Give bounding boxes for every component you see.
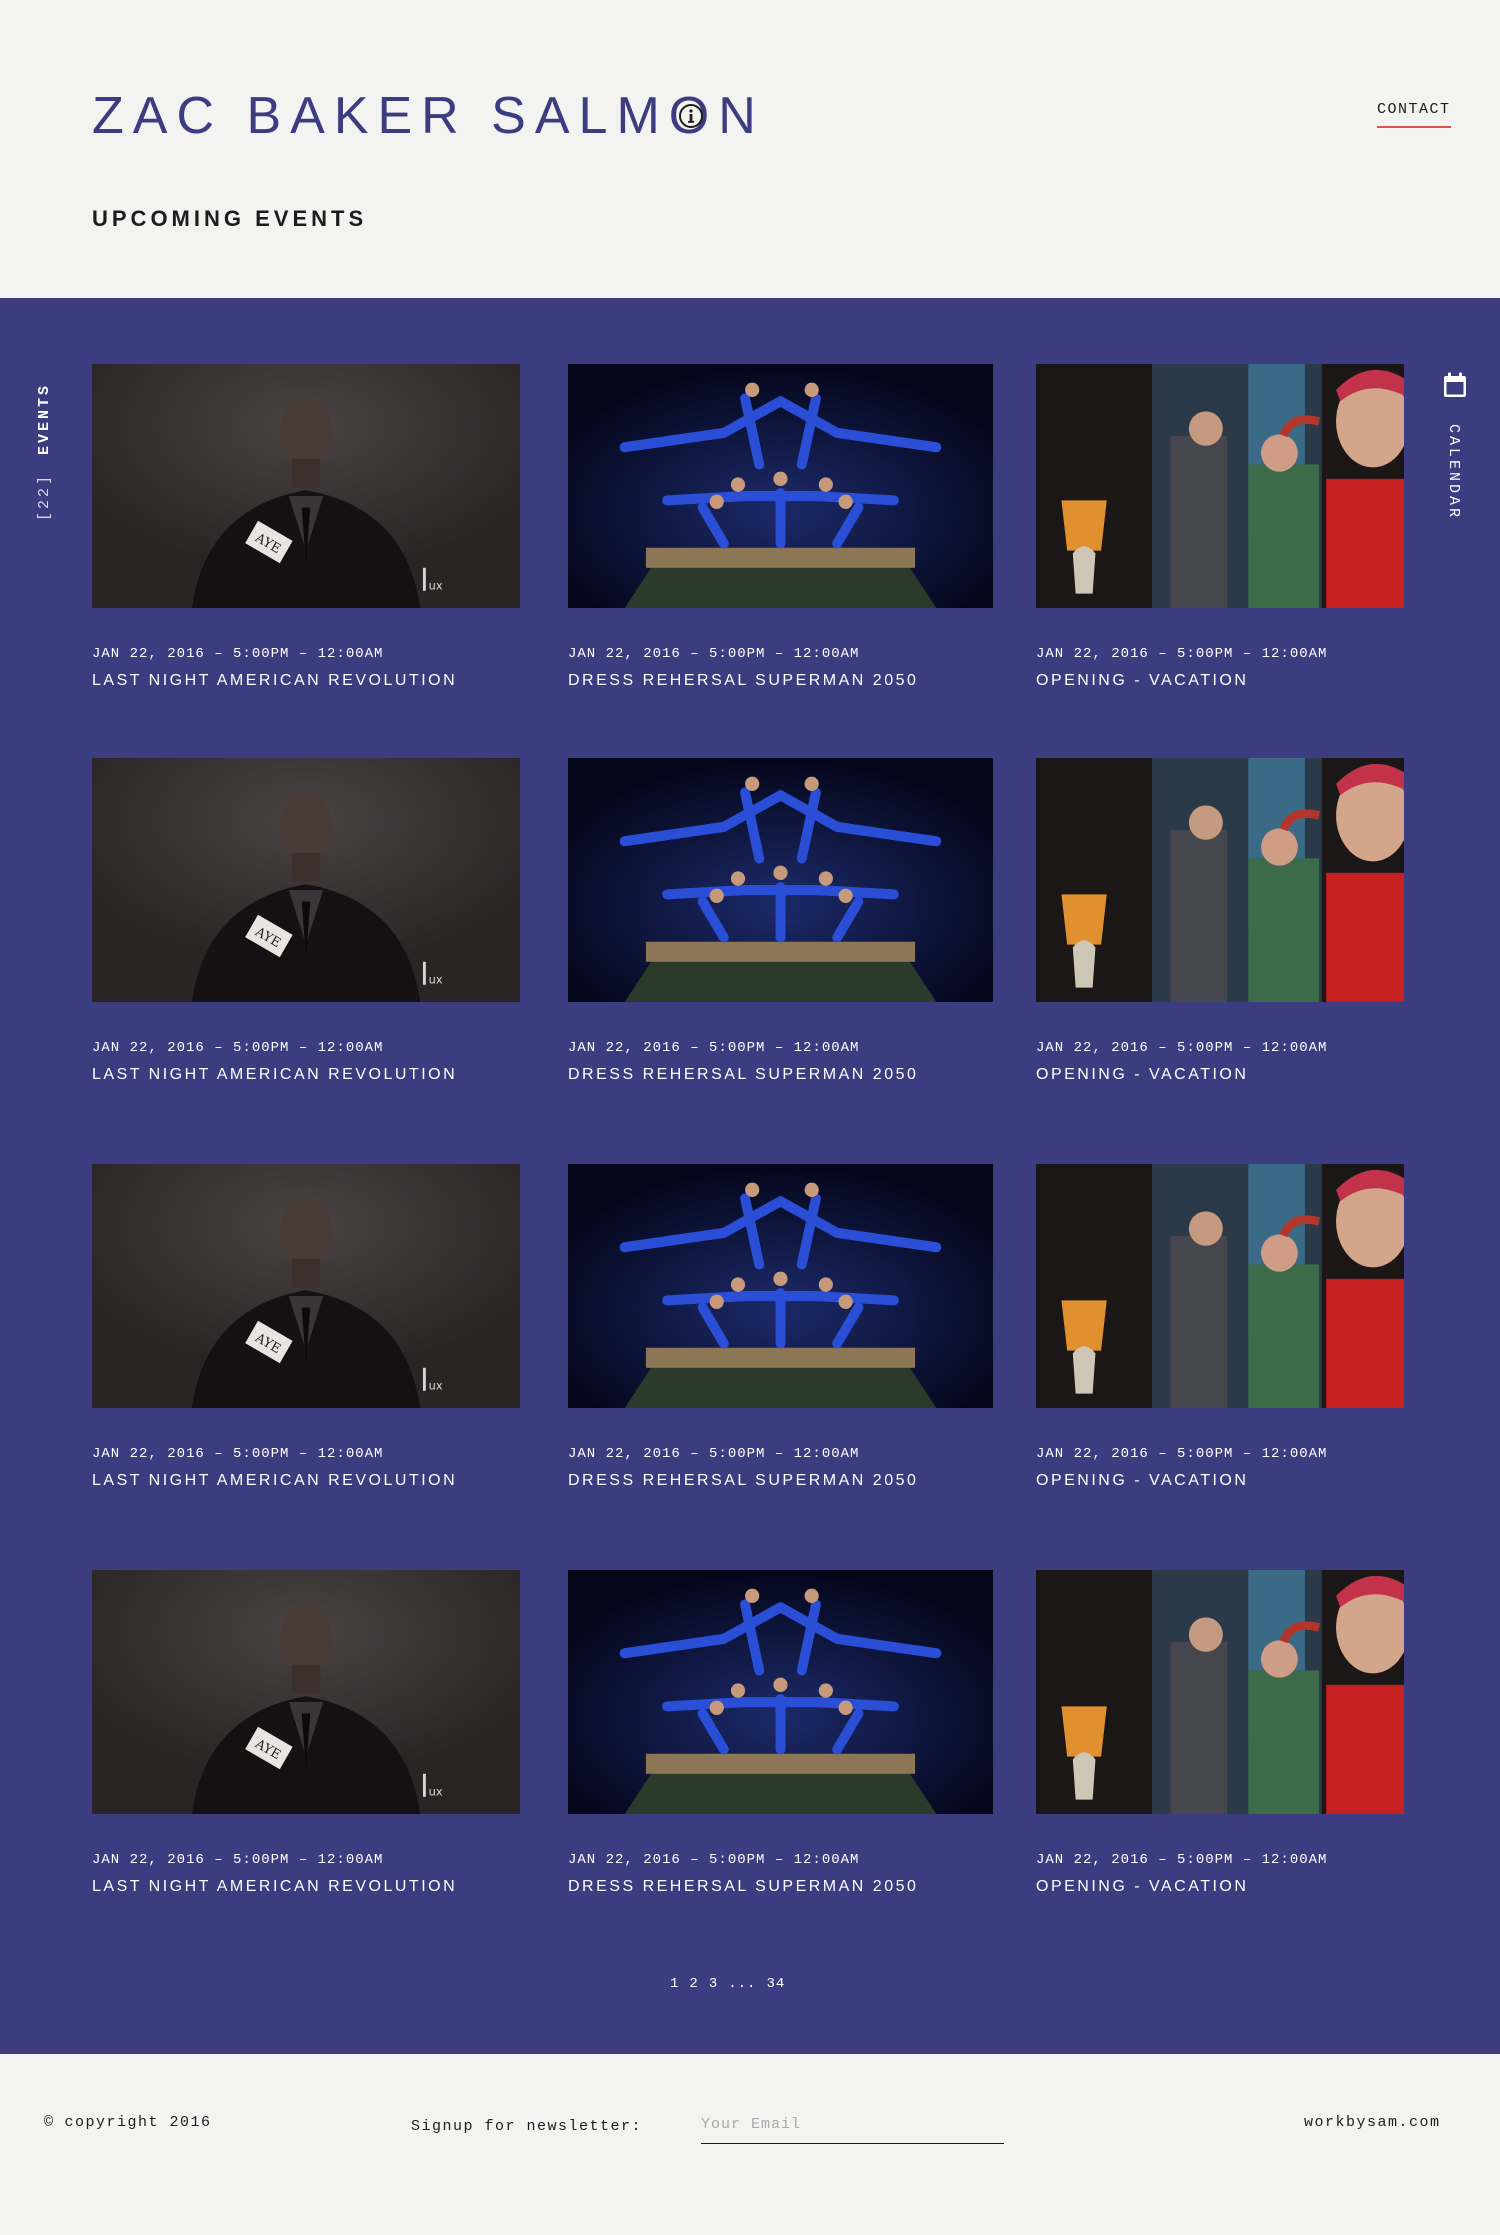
- page-link-34[interactable]: 34: [766, 1976, 785, 1992]
- event-date: JAN 22, 2016 – 5:00PM – 12:00AM: [568, 1852, 860, 1868]
- event-title[interactable]: DRESS REHERSAL SUPERMAN 2050: [568, 1878, 918, 1896]
- event-card[interactable]: JAN 22, 2016 – 5:00PM – 12:00AM OPENING -…: [1036, 364, 1404, 694]
- event-card[interactable]: JAN 22, 2016 – 5:00PM – 12:00AM OPENING -…: [1036, 758, 1404, 1088]
- copyright: © copyright 2016: [44, 2114, 212, 2131]
- event-date: JAN 22, 2016 – 5:00PM – 12:00AM: [92, 1040, 384, 1056]
- event-title[interactable]: DRESS REHERSAL SUPERMAN 2050: [568, 1472, 918, 1490]
- event-date: JAN 22, 2016 – 5:00PM – 12:00AM: [1036, 1852, 1328, 1868]
- pagination-ellipsis: ...: [728, 1976, 757, 1992]
- event-image[interactable]: [1036, 1570, 1404, 1814]
- event-date: JAN 22, 2016 – 5:00PM – 12:00AM: [92, 1446, 384, 1462]
- event-image[interactable]: [568, 1570, 993, 1814]
- site-title[interactable]: ZAC BAKER SALMON: [92, 86, 765, 146]
- site-credit-link[interactable]: workbysam.com: [1304, 2114, 1441, 2131]
- event-title[interactable]: LAST NIGHT AMERICAN REVOLUTION: [92, 1066, 457, 1084]
- svg-text:ux: ux: [429, 972, 443, 986]
- calendar-link[interactable]: CALENDAR: [1440, 372, 1470, 542]
- event-image[interactable]: AYE ux: [92, 364, 520, 608]
- event-card[interactable]: JAN 22, 2016 – 5:00PM – 12:00AM DRESS REH…: [568, 1570, 993, 1900]
- event-card[interactable]: JAN 22, 2016 – 5:00PM – 12:00AM DRESS REH…: [568, 364, 993, 694]
- page-link-2[interactable]: 2: [689, 1976, 698, 1992]
- event-card[interactable]: JAN 22, 2016 – 5:00PM – 12:00AM OPENING -…: [1036, 1570, 1404, 1900]
- event-image[interactable]: [568, 364, 993, 608]
- calendar-icon[interactable]: [1443, 372, 1467, 398]
- event-card[interactable]: JAN 22, 2016 – 5:00PM – 12:00AM DRESS REH…: [568, 758, 993, 1088]
- events-count-label: [22] EVENTS: [36, 371, 56, 521]
- event-title[interactable]: OPENING - VACATION: [1036, 1878, 1248, 1896]
- event-date: JAN 22, 2016 – 5:00PM – 12:00AM: [568, 646, 860, 662]
- event-card[interactable]: JAN 22, 2016 – 5:00PM – 12:00AM DRESS REH…: [568, 1164, 993, 1494]
- newsletter-label: Signup for newsletter:: [411, 2118, 643, 2135]
- event-image[interactable]: AYE ux: [92, 1164, 520, 1408]
- svg-text:ux: ux: [429, 1378, 443, 1392]
- site-header: ZAC BAKER SALMON CONTACT UPCOMING EVENTS: [0, 0, 1500, 298]
- copyright-text: copyright 2016: [64, 2114, 212, 2131]
- event-card[interactable]: AYE ux JAN 22, 2016 – 5:00PM – 12:00AM LAST…: [92, 758, 520, 1088]
- event-date: JAN 22, 2016 – 5:00PM – 12:00AM: [92, 646, 384, 662]
- event-date: JAN 22, 2016 – 5:00PM – 12:00AM: [1036, 1040, 1328, 1056]
- event-title[interactable]: OPENING - VACATION: [1036, 672, 1248, 690]
- event-date: JAN 22, 2016 – 5:00PM – 12:00AM: [92, 1852, 384, 1868]
- event-card[interactable]: AYE ux JAN 22, 2016 – 5:00PM – 12:00AM LAST…: [92, 1164, 520, 1494]
- info-icon[interactable]: [678, 103, 704, 129]
- event-title[interactable]: OPENING - VACATION: [1036, 1472, 1248, 1490]
- event-title[interactable]: LAST NIGHT AMERICAN REVOLUTION: [92, 1472, 457, 1490]
- event-title[interactable]: DRESS REHERSAL SUPERMAN 2050: [568, 672, 918, 690]
- event-title[interactable]: LAST NIGHT AMERICAN REVOLUTION: [92, 1878, 457, 1896]
- event-title[interactable]: OPENING - VACATION: [1036, 1066, 1248, 1084]
- page-title: UPCOMING EVENTS: [92, 206, 368, 231]
- site-footer: © copyright 2016 Signup for newsletter: w…: [0, 2054, 1500, 2235]
- event-date: JAN 22, 2016 – 5:00PM – 12:00AM: [568, 1040, 860, 1056]
- event-image[interactable]: [568, 1164, 993, 1408]
- event-image[interactable]: [1036, 1164, 1404, 1408]
- newsletter-email-input[interactable]: [701, 2106, 1004, 2144]
- event-title[interactable]: DRESS REHERSAL SUPERMAN 2050: [568, 1066, 918, 1084]
- pagination: 1 2 3... 34: [670, 1976, 795, 1992]
- calendar-label[interactable]: CALENDAR: [1445, 424, 1462, 520]
- event-image[interactable]: [568, 758, 993, 1002]
- event-image[interactable]: AYE ux: [92, 758, 520, 1002]
- contact-link[interactable]: CONTACT: [1377, 101, 1451, 128]
- copyright-icon: ©: [44, 2114, 55, 2131]
- event-image[interactable]: [1036, 758, 1404, 1002]
- svg-text:ux: ux: [429, 578, 443, 592]
- event-image[interactable]: [1036, 364, 1404, 608]
- event-date: JAN 22, 2016 – 5:00PM – 12:00AM: [1036, 1446, 1328, 1462]
- event-date: JAN 22, 2016 – 5:00PM – 12:00AM: [568, 1446, 860, 1462]
- page-link-3[interactable]: 3: [709, 1976, 718, 1992]
- event-card[interactable]: JAN 22, 2016 – 5:00PM – 12:00AM OPENING -…: [1036, 1164, 1404, 1494]
- page-link-1[interactable]: 1: [670, 1976, 679, 1992]
- svg-text:ux: ux: [429, 1784, 443, 1798]
- event-date: JAN 22, 2016 – 5:00PM – 12:00AM: [1036, 646, 1328, 662]
- events-count: [22]: [36, 472, 53, 521]
- event-title[interactable]: LAST NIGHT AMERICAN REVOLUTION: [92, 672, 457, 690]
- event-card[interactable]: AYE ux JAN 22, 2016 – 5:00PM – 12:00AM LAST…: [92, 364, 520, 694]
- event-card[interactable]: AYE ux JAN 22, 2016 – 5:00PM – 12:00AM LAST…: [92, 1570, 520, 1900]
- events-label: EVENTS: [36, 382, 53, 455]
- event-image[interactable]: AYE ux: [92, 1570, 520, 1814]
